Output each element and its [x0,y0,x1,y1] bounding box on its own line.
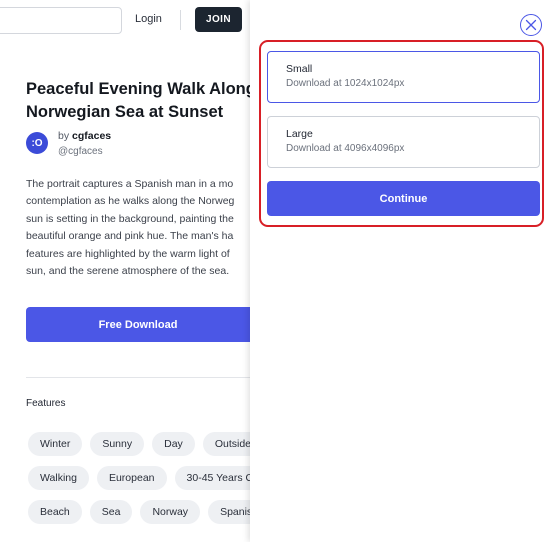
section-divider [26,377,250,378]
tag-sunny[interactable]: Sunny [90,432,145,456]
tag-day[interactable]: Day [152,432,195,456]
tag-30-45-years-old[interactable]: 30-45 Years Old [174,466,250,490]
tag-outside[interactable]: Outside [202,432,250,456]
tag-row: Beach Sea Norway Spanish [28,500,250,524]
page-title-line: Peaceful Evening Walk Along [26,80,256,98]
close-panel-button[interactable] [520,14,542,36]
tag-walking[interactable]: Walking [28,466,89,490]
avatar[interactable]: :O [26,132,48,154]
continue-button[interactable]: Continue [267,181,540,216]
free-download-label: Free Download [98,318,178,331]
size-option-name: Small [286,63,313,75]
feature-tags: Winter Sunny Day Outside Walking Europea… [28,432,250,534]
tag-european[interactable]: European [96,466,167,490]
author-prefix: by [58,130,70,142]
tag-winter[interactable]: Winter [28,432,83,456]
page-title: Peaceful Evening Walk Along Norwegian Se… [26,78,256,124]
size-option-detail: Download at 1024x1024px [286,78,405,89]
tag-beach[interactable]: Beach [28,500,82,524]
description-line: beautiful orange and pink hue. The man's… [26,230,234,243]
size-option-small[interactable]: Small Download at 1024x1024px [267,51,540,103]
description-line: features are highlighted by the warm lig… [26,247,230,260]
description-line: sun is setting in the background, painti… [26,212,234,225]
tag-spanish[interactable]: Spanish [208,500,250,524]
nav-divider [180,10,181,30]
page-title-line: Norwegian Sea at Sunset [26,103,224,121]
author-byline: by cgfaces [58,130,111,142]
tag-row: Walking European 30-45 Years Old [28,466,250,490]
size-option-large[interactable]: Large Download at 4096x4096px [267,116,540,168]
features-heading: Features [26,398,66,409]
photo-description: The portrait captures a Spanish man in a… [26,176,250,280]
join-button[interactable]: JOIN [195,7,242,32]
tag-norway[interactable]: Norway [140,500,201,524]
size-option-name: Large [286,128,313,140]
author-name-link[interactable]: cgfaces [72,130,111,142]
size-option-detail: Download at 4096x4096px [286,143,405,154]
tag-sea[interactable]: Sea [89,500,133,524]
tag-row: Winter Sunny Day Outside [28,432,250,456]
description-line: contemplation as he walks along the Norw… [26,195,235,208]
description-line: sun, and the serene atmosphere of the se… [26,265,230,278]
login-link[interactable]: Login [135,13,162,25]
author-handle: @cgfaces [58,146,103,157]
search-input[interactable] [0,7,122,34]
free-download-button[interactable]: Free Download [26,307,250,342]
description-line: The portrait captures a Spanish man in a… [26,178,234,190]
close-icon [525,19,537,31]
